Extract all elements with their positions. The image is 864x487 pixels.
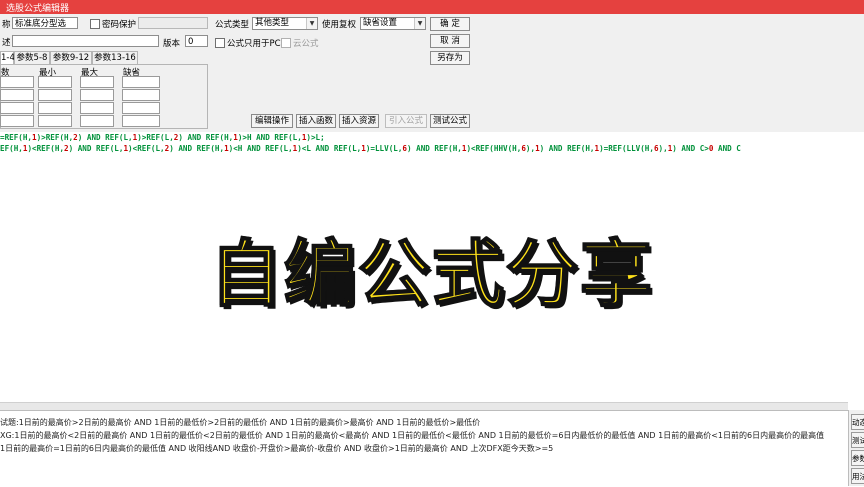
insert-function-button[interactable]: 插入函数 bbox=[296, 114, 336, 128]
version-label: 版本 bbox=[163, 39, 181, 49]
cancel-button[interactable]: 取 消 bbox=[430, 34, 470, 48]
param-cell[interactable] bbox=[80, 102, 114, 114]
code-token: AND C bbox=[713, 144, 741, 153]
code-token: )<REF(HHV(H, bbox=[466, 144, 522, 153]
code-token: )=LLV(L, bbox=[365, 144, 403, 153]
version-input[interactable]: 0 bbox=[185, 35, 208, 47]
code-token: )>REF(L, bbox=[137, 133, 174, 142]
test-button[interactable]: 测试 bbox=[851, 432, 864, 448]
param-cell[interactable] bbox=[38, 102, 72, 114]
edit-operation-button[interactable]: 编辑操作 bbox=[251, 114, 293, 128]
import-formula-button[interactable]: 引入公式 bbox=[385, 114, 427, 128]
code-token: ) AND REF(H, bbox=[178, 133, 234, 142]
code-token: =REF(H, bbox=[0, 133, 33, 142]
ok-button[interactable]: 确 定 bbox=[430, 17, 470, 31]
description-input[interactable] bbox=[12, 35, 159, 47]
param-cell[interactable] bbox=[38, 89, 72, 101]
code-token: ) AND REF(H, bbox=[169, 144, 225, 153]
password-label: 密码保护 bbox=[102, 20, 137, 30]
reweight-value: 缺省设置 bbox=[363, 18, 398, 28]
save-as-button[interactable]: 另存为 bbox=[430, 51, 470, 65]
param-cell[interactable] bbox=[38, 115, 72, 127]
code-token: EF(H, bbox=[0, 144, 23, 153]
tab-params-1-4[interactable]: 1-4 bbox=[0, 51, 15, 64]
param-cell[interactable] bbox=[80, 76, 114, 88]
parameter-grid: 数 最小 最大 缺省 bbox=[0, 64, 208, 129]
name-label: 称 bbox=[2, 20, 11, 30]
pc-only-checkbox[interactable] bbox=[215, 38, 225, 48]
window-title: 选股公式编辑器 bbox=[6, 4, 70, 14]
test-formula-button[interactable]: 测试公式 bbox=[430, 114, 470, 128]
description-label: 述 bbox=[2, 38, 11, 48]
params-button[interactable]: 参数 bbox=[851, 450, 864, 466]
usage-button[interactable]: 用法 bbox=[851, 468, 864, 484]
code-token: ) AND REF(H, bbox=[539, 144, 595, 153]
code-line-2: EF(H,1)<REF(H,2) AND REF(L,1)<REF(L,2) A… bbox=[0, 144, 741, 153]
dynamic-button[interactable]: 动态 bbox=[851, 414, 864, 430]
formula-type-value: 其他类型 bbox=[255, 18, 290, 28]
formula-translation-panel: 试题:1日前的最高价>2日前的最高价 AND 1日前的最低价>2日前的最低价 A… bbox=[0, 410, 848, 487]
chevron-down-icon: ▼ bbox=[414, 18, 425, 29]
code-token: )>H AND REF(L, bbox=[237, 133, 302, 142]
param-cell[interactable] bbox=[80, 115, 114, 127]
side-button-bar: 动态 测试 参数 用法 bbox=[848, 410, 864, 486]
translation-line: XG:1日前的最高价<2日前的最高价 AND 1日前的最低价<2日前的最低价 A… bbox=[0, 431, 825, 440]
tab-params-9-12[interactable]: 参数9-12 bbox=[50, 51, 92, 64]
password-checkbox[interactable] bbox=[90, 19, 100, 29]
code-token: ), bbox=[658, 144, 668, 153]
reweight-select[interactable]: 缺省设置 ▼ bbox=[360, 17, 426, 30]
formula-type-select[interactable]: 其他类型 ▼ bbox=[252, 17, 318, 30]
translation-line: 1日前的最高价=1日前的6日内最高价的最低值 AND 收阳线AND 收盘价-开盘… bbox=[0, 444, 554, 453]
tab-params-13-16[interactable]: 参数13-16 bbox=[92, 51, 138, 64]
translation-line: 试题:1日前的最高价>2日前的最高价 AND 1日前的最低价>2日前的最低价 A… bbox=[0, 418, 481, 427]
code-token: ) AND REF(H, bbox=[407, 144, 462, 153]
password-input[interactable] bbox=[138, 17, 208, 29]
reweight-label: 使用复权 bbox=[322, 20, 357, 30]
title-bar: 选股公式编辑器 bbox=[0, 0, 864, 14]
code-token: )<REF(L, bbox=[128, 144, 165, 153]
param-cell[interactable] bbox=[38, 76, 72, 88]
formula-name-input[interactable]: 标准底分型选 bbox=[12, 17, 78, 29]
code-token: )>L; bbox=[306, 133, 325, 142]
tab-params-5-8[interactable]: 参数5-8 bbox=[14, 51, 50, 64]
param-cell[interactable] bbox=[122, 102, 160, 114]
formula-settings-panel: 称 标准底分型选 密码保护 述 版本 0 公式类型 其他类型 ▼ 使用复权 缺省… bbox=[0, 14, 864, 133]
code-line-1: =REF(H,1)>REF(H,2) AND REF(L,1)>REF(L,2)… bbox=[0, 133, 325, 142]
code-token: ) AND REF(L, bbox=[68, 144, 124, 153]
code-token: )<REF(H, bbox=[27, 144, 65, 153]
code-token: ), bbox=[525, 144, 536, 153]
formula-type-label: 公式类型 bbox=[215, 20, 250, 30]
param-cell[interactable] bbox=[122, 89, 160, 101]
param-cell[interactable] bbox=[122, 115, 160, 127]
param-cell[interactable] bbox=[0, 89, 34, 101]
param-cell[interactable] bbox=[0, 102, 34, 114]
pc-only-label: 公式只用于PC bbox=[227, 39, 281, 49]
cloud-formula-label: 云公式 bbox=[293, 39, 319, 49]
code-token: )<H AND REF(L, bbox=[228, 144, 293, 153]
code-token: )<L AND REF(L, bbox=[297, 144, 362, 153]
code-token: ) AND C> bbox=[672, 144, 709, 153]
insert-resource-button[interactable]: 插入资源 bbox=[339, 114, 379, 128]
chevron-down-icon: ▼ bbox=[306, 18, 317, 29]
param-cell[interactable] bbox=[80, 89, 114, 101]
param-cell[interactable] bbox=[0, 76, 34, 88]
param-cell[interactable] bbox=[0, 115, 34, 127]
code-token: )>REF(H, bbox=[36, 133, 74, 142]
title-banner: 自编公式分享 bbox=[209, 231, 654, 317]
code-token: )=REF(LLV(H, bbox=[599, 144, 654, 153]
code-token: ) AND REF(L, bbox=[77, 133, 133, 142]
cloud-formula-checkbox[interactable] bbox=[281, 38, 291, 48]
param-cell[interactable] bbox=[122, 76, 160, 88]
